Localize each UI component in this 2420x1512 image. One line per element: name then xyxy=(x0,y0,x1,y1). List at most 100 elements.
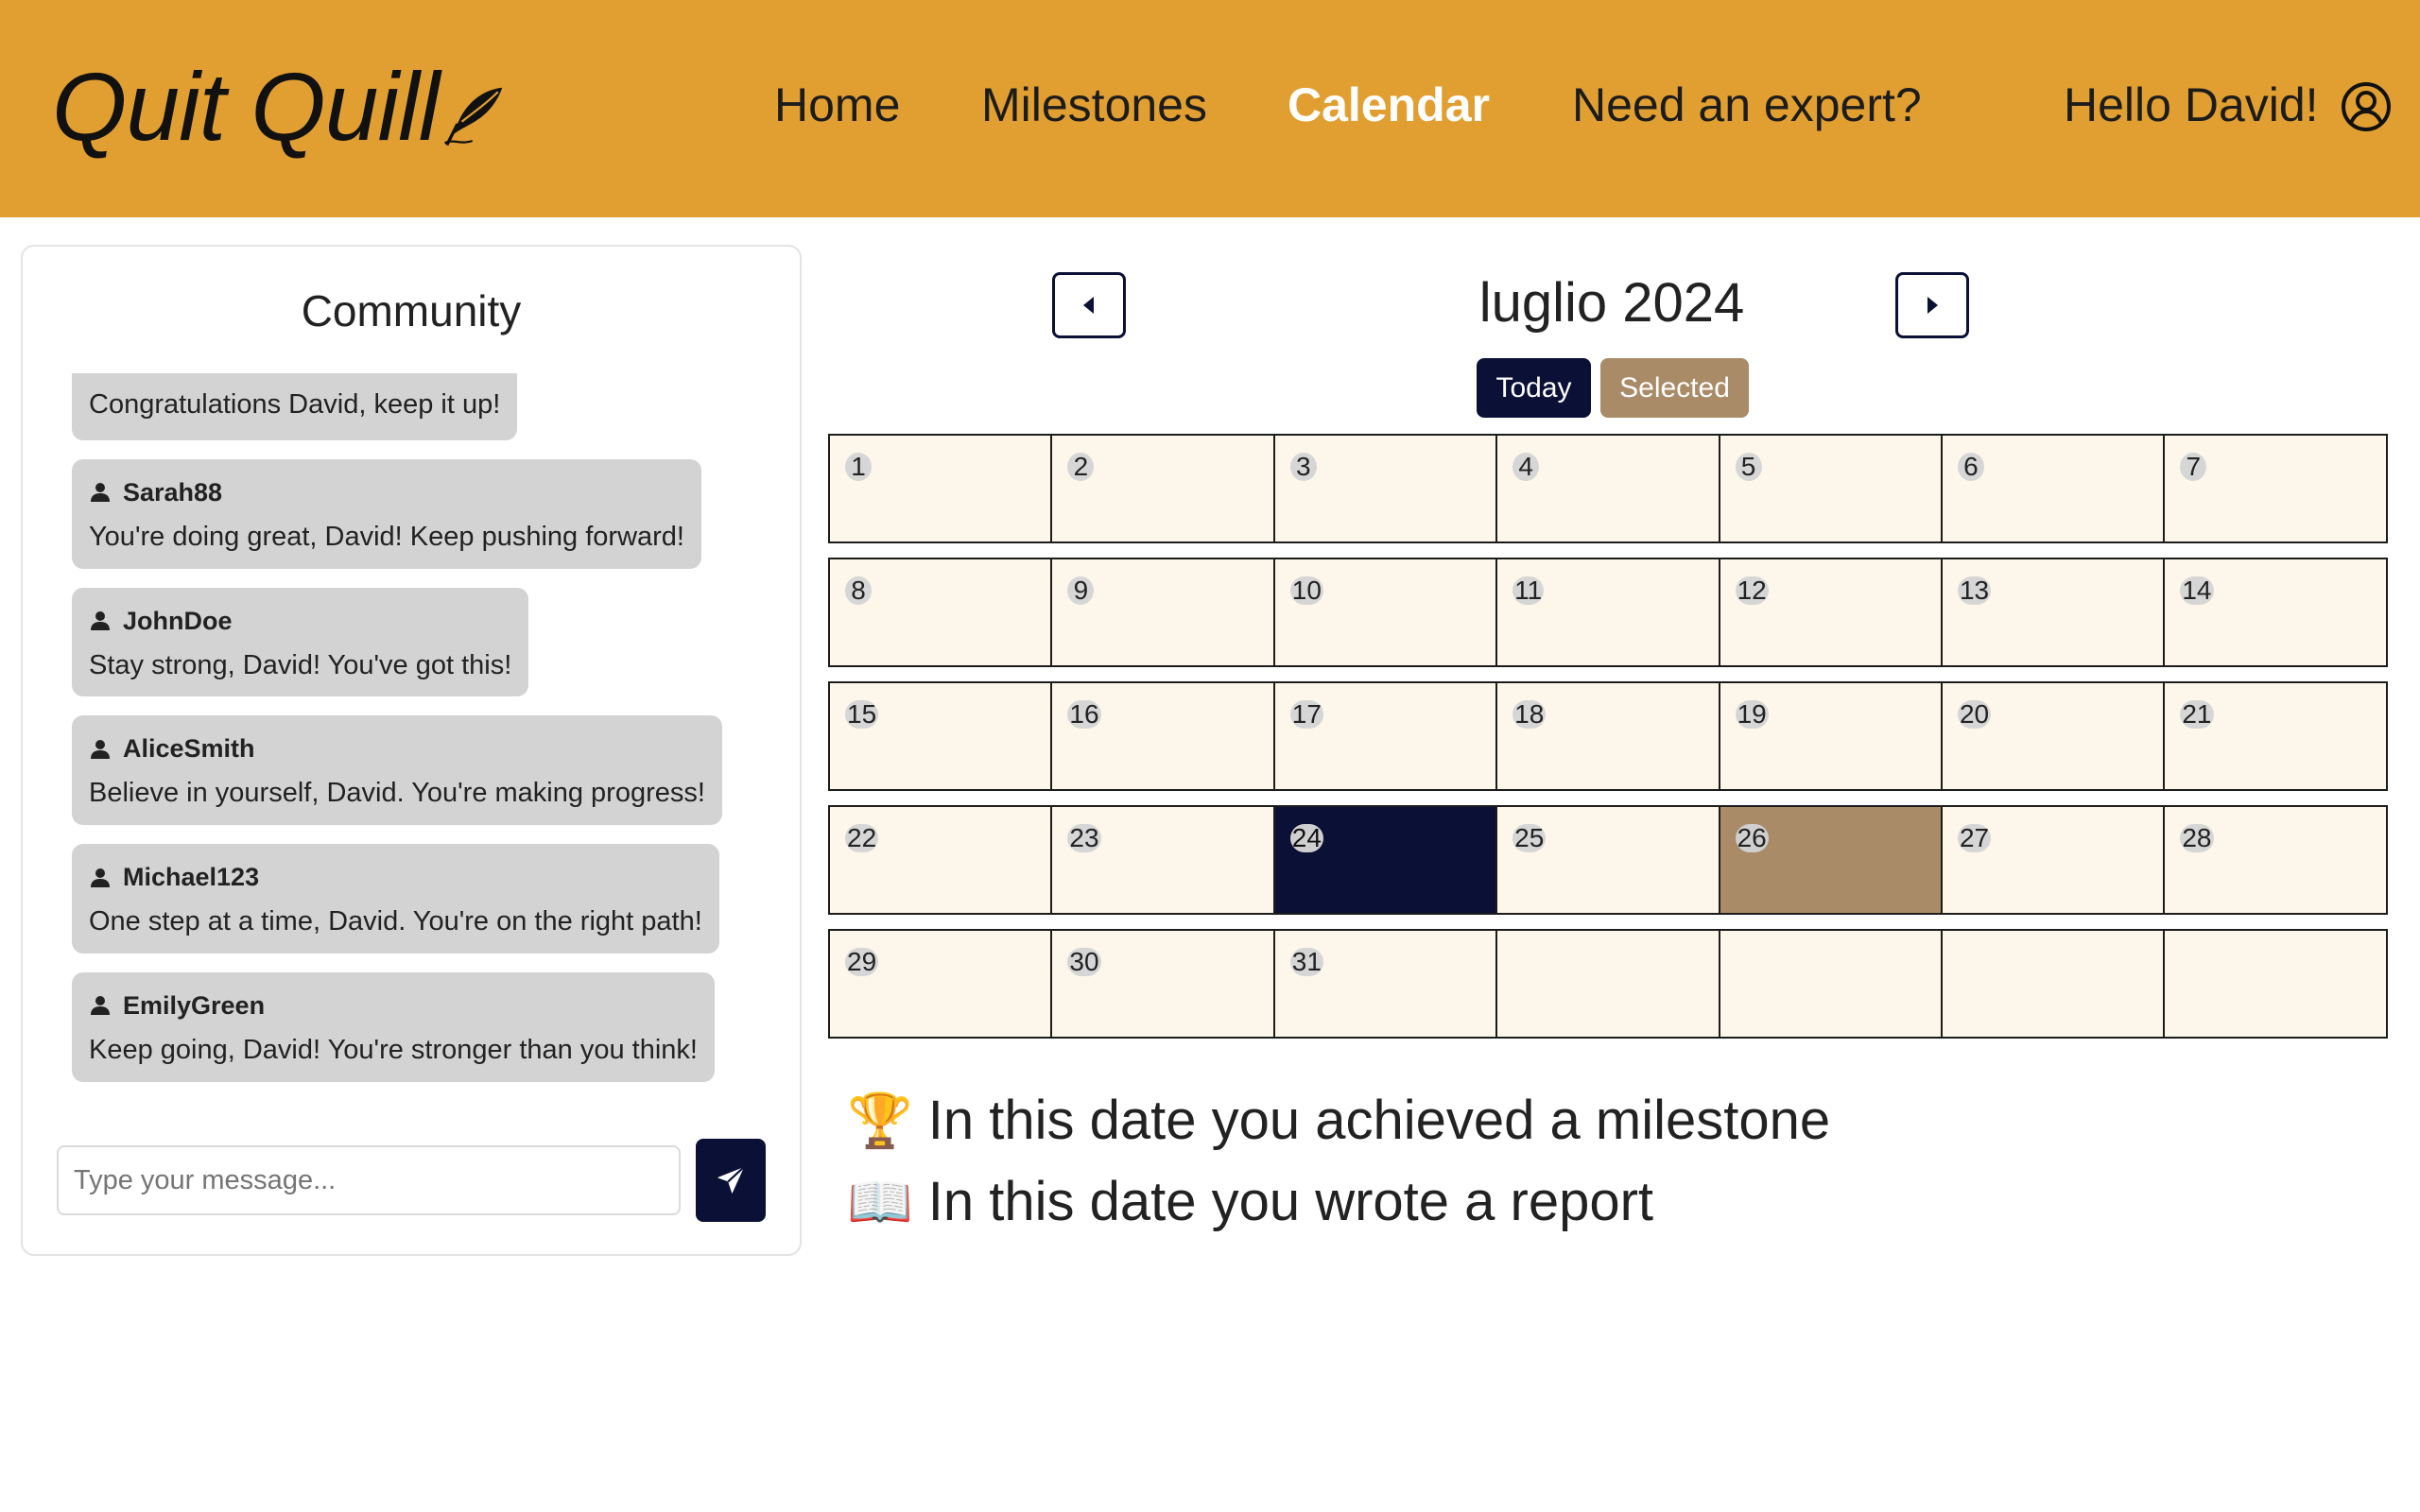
calendar-day[interactable]: 7 xyxy=(2163,434,2388,543)
calendar-day[interactable]: 1 xyxy=(828,434,1053,543)
message-username: Michael123 xyxy=(123,863,260,892)
calendar-day[interactable]: 20 xyxy=(1940,681,2166,791)
day-number: 1 xyxy=(845,453,872,481)
message-item: JohnDoe Stay strong, David! You've got t… xyxy=(72,587,529,697)
day-number: 19 xyxy=(1735,699,1769,729)
milestone-legend: 🏆 In this date you achieved a milestone xyxy=(847,1093,1830,1148)
calendar-day-empty xyxy=(1495,929,1720,1039)
day-number: 12 xyxy=(1735,576,1769,605)
report-legend-text: In this date you wrote a report xyxy=(927,1171,1654,1232)
day-number: 21 xyxy=(2180,699,2214,729)
calendar-day[interactable]: 18 xyxy=(1495,681,1720,791)
calendar-week: 22 23 24 25 26 27 28 xyxy=(828,805,2399,915)
day-number: 18 xyxy=(1512,699,1547,729)
calendar-week: 8 9 10 11 12 13 14 xyxy=(828,558,2399,667)
day-number: 11 xyxy=(1512,576,1545,605)
calendar-day[interactable]: 27 xyxy=(1940,805,2166,915)
day-number: 29 xyxy=(845,947,879,976)
calendar-day[interactable]: 29 xyxy=(828,929,1053,1039)
calendar-day[interactable]: 16 xyxy=(1050,681,1275,791)
person-icon xyxy=(91,996,110,1016)
message-text: One step at a time, David. You're on the… xyxy=(89,906,702,937)
calendar-day[interactable]: 30 xyxy=(1050,929,1275,1039)
logo[interactable]: Quit Quill xyxy=(52,59,509,155)
day-number: 23 xyxy=(1067,823,1101,852)
nav-home[interactable]: Home xyxy=(774,81,900,129)
nav-calendar[interactable]: Calendar xyxy=(1288,81,1490,129)
month-title: luglio 2024 xyxy=(1478,272,1745,334)
day-number: 2 xyxy=(1067,453,1095,481)
logo-text: Quit Quill xyxy=(52,53,440,161)
calendar-day[interactable]: 8 xyxy=(828,558,1053,667)
send-icon xyxy=(717,1166,745,1194)
day-number: 5 xyxy=(1735,453,1762,481)
calendar-day[interactable]: 3 xyxy=(1272,434,1498,543)
message-item: EmilyGreen Keep going, David! You're str… xyxy=(72,971,715,1082)
send-button[interactable] xyxy=(696,1139,766,1222)
calendar-day[interactable]: 15 xyxy=(828,681,1053,791)
calendar-day[interactable]: 14 xyxy=(2163,558,2388,667)
selected-legend-badge[interactable]: Selected xyxy=(1600,358,1749,418)
calendar-week: 29 30 31 xyxy=(828,929,2399,1039)
trophy-icon: 🏆 xyxy=(847,1091,913,1150)
calendar-day[interactable]: 28 xyxy=(2163,805,2388,915)
calendar-day[interactable]: 31 xyxy=(1272,929,1498,1039)
calendar-day[interactable]: 4 xyxy=(1495,434,1720,543)
calendar-day[interactable]: 22 xyxy=(828,805,1053,915)
day-number: 14 xyxy=(2180,576,2214,605)
message-text: You're doing great, David! Keep pushing … xyxy=(89,521,684,552)
open-book-icon: 📖 xyxy=(847,1172,913,1231)
top-header: Quit Quill Home Milestones Calendar Need… xyxy=(0,0,2420,217)
day-number: 3 xyxy=(1289,453,1317,481)
message-username: AliceSmith xyxy=(123,734,255,764)
calendar-day[interactable]: 11 xyxy=(1495,558,1720,667)
calendar-day-today[interactable]: 24 xyxy=(1272,805,1498,915)
calendar-day[interactable]: 21 xyxy=(2163,681,2388,791)
calendar-week: 1 2 3 4 5 6 7 xyxy=(828,434,2399,543)
day-number: 22 xyxy=(845,823,879,852)
calendar-day-selected[interactable]: 26 xyxy=(1718,805,1943,915)
calendar-day-empty xyxy=(1940,929,2166,1039)
calendar-day[interactable]: 19 xyxy=(1718,681,1943,791)
next-month-button[interactable] xyxy=(1895,272,1969,338)
day-number: 30 xyxy=(1067,947,1101,976)
day-number: 17 xyxy=(1289,699,1323,729)
day-number: 7 xyxy=(2180,453,2207,481)
user-account-icon[interactable] xyxy=(2341,81,2392,132)
message-item: Michael123 One step at a time, David. Yo… xyxy=(72,844,719,954)
calendar-day[interactable]: 5 xyxy=(1718,434,1943,543)
person-icon xyxy=(91,483,110,503)
message-input[interactable] xyxy=(57,1145,681,1215)
calendar-day-empty xyxy=(2163,929,2388,1039)
report-legend: 📖 In this date you wrote a report xyxy=(847,1175,1653,1229)
day-number: 16 xyxy=(1067,699,1101,729)
caret-right-icon xyxy=(1927,297,1938,314)
day-number: 13 xyxy=(1957,576,1992,605)
calendar-day[interactable]: 9 xyxy=(1050,558,1275,667)
calendar-day[interactable]: 10 xyxy=(1272,558,1498,667)
message-text: Stay strong, David! You've got this! xyxy=(89,649,512,680)
nav-need-an-expert[interactable]: Need an expert? xyxy=(1572,81,1922,129)
calendar-day[interactable]: 23 xyxy=(1050,805,1275,915)
previous-month-button[interactable] xyxy=(1052,272,1126,338)
calendar-day[interactable]: 17 xyxy=(1272,681,1498,791)
message-username: Sarah88 xyxy=(123,477,223,507)
calendar-day[interactable]: 6 xyxy=(1940,434,2166,543)
calendar-day-empty xyxy=(1718,929,1943,1039)
calendar-day[interactable]: 12 xyxy=(1718,558,1943,667)
nav-milestones[interactable]: Milestones xyxy=(981,81,1207,129)
community-title: Community xyxy=(301,286,522,335)
today-legend-badge[interactable]: Today xyxy=(1477,358,1591,418)
day-number: 25 xyxy=(1512,823,1547,852)
quill-icon xyxy=(444,87,503,146)
person-icon xyxy=(91,739,110,759)
community-panel: Community Congratulations David, keep it… xyxy=(21,245,802,1256)
calendar-day[interactable]: 25 xyxy=(1495,805,1720,915)
person-icon xyxy=(91,868,110,887)
message-item: AliceSmith Believe in yourself, David. Y… xyxy=(72,715,722,826)
calendar-day[interactable]: 13 xyxy=(1940,558,2166,667)
message-text: Believe in yourself, David. You're makin… xyxy=(89,778,705,809)
calendar-day[interactable]: 2 xyxy=(1050,434,1275,543)
milestone-legend-text: In this date you achieved a milestone xyxy=(927,1090,1831,1151)
day-number: 8 xyxy=(845,576,872,605)
